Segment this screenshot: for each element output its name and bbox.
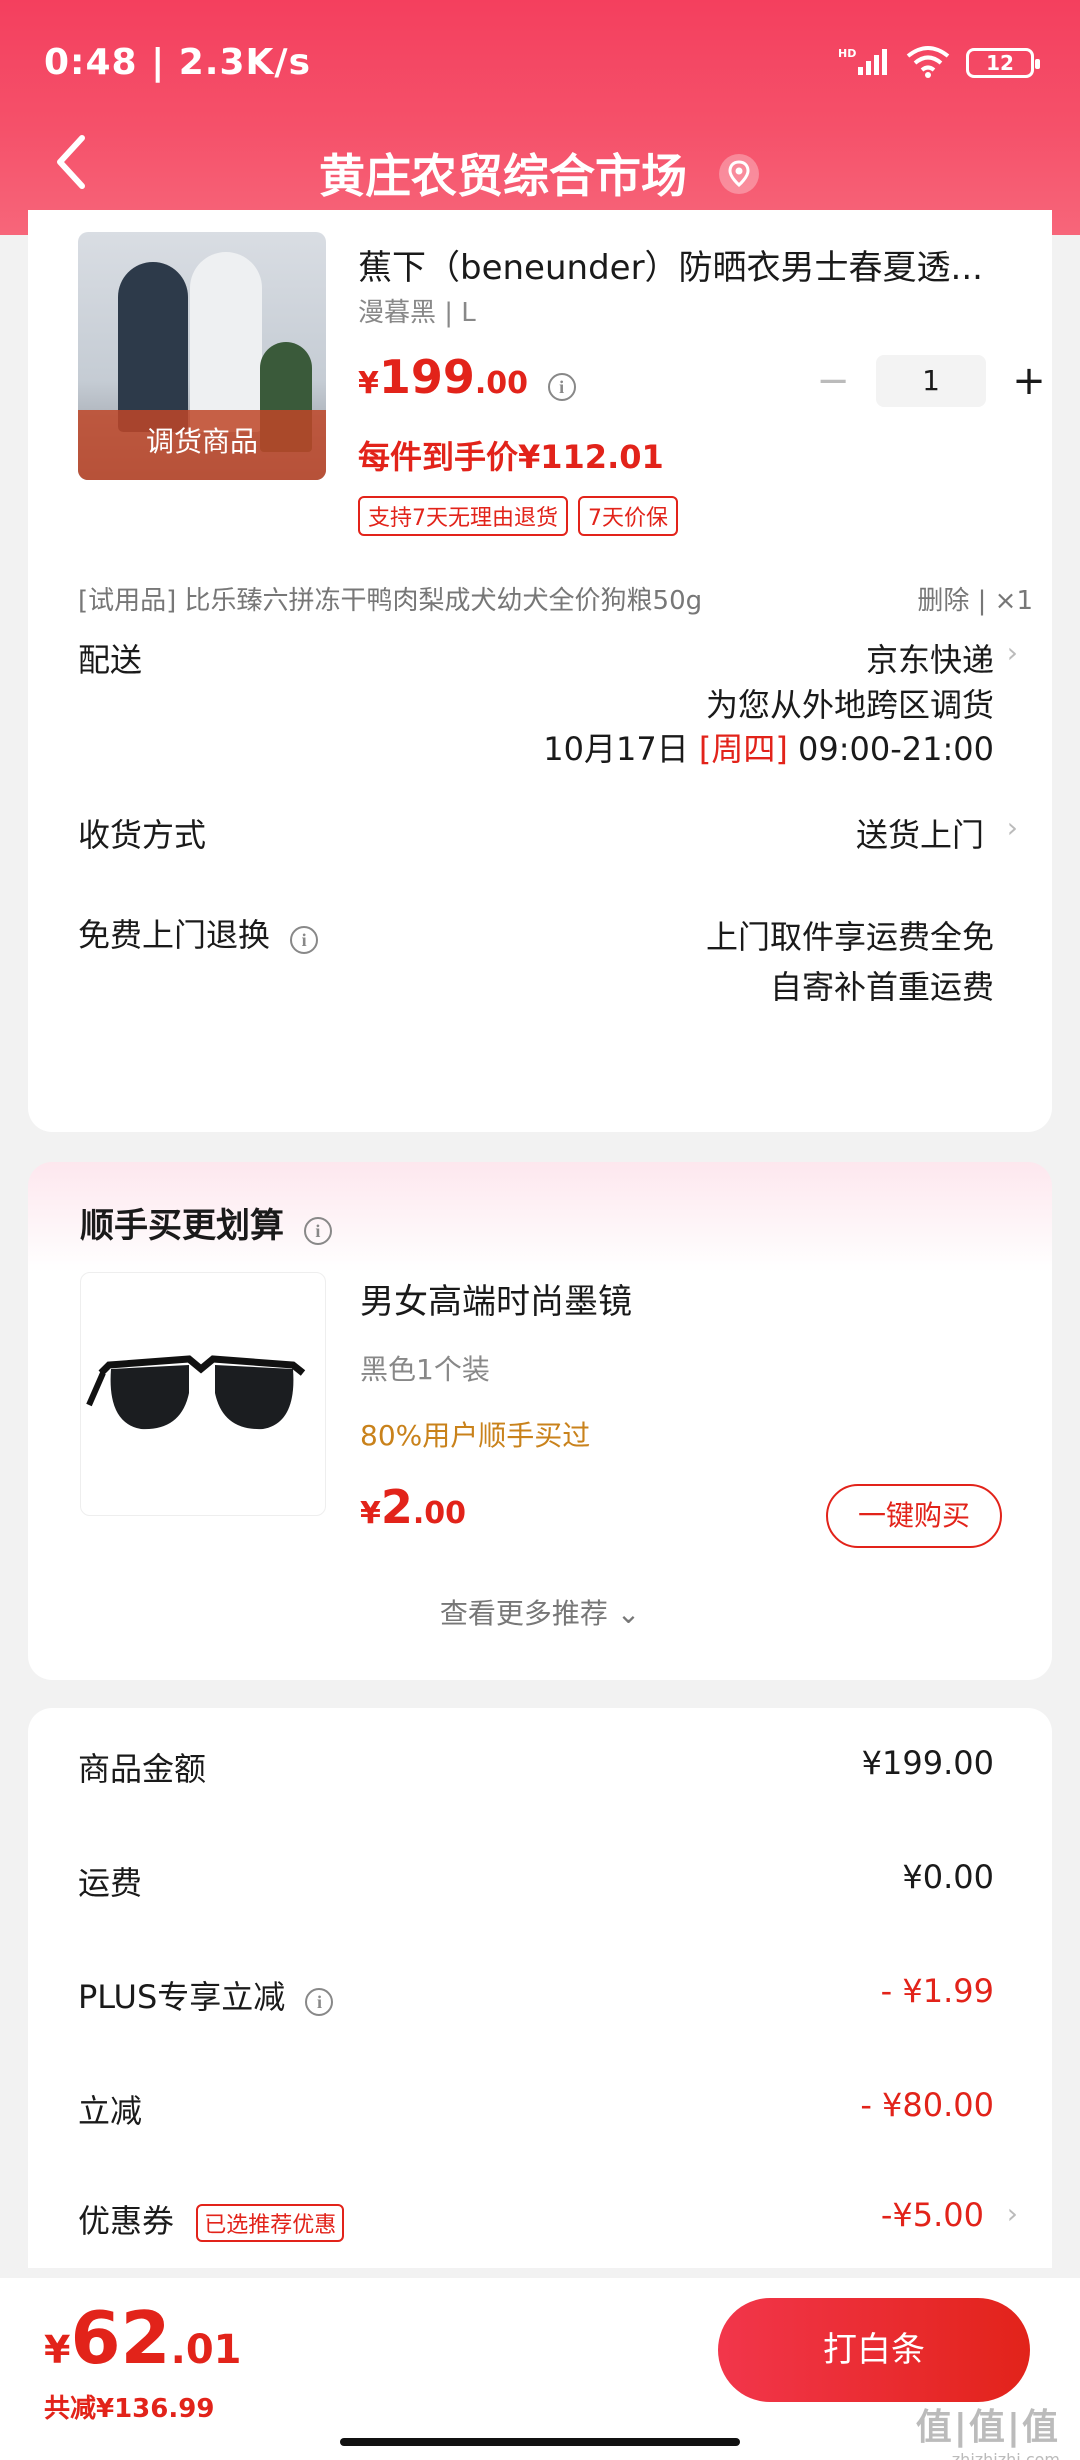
quantity-value[interactable]: 1 [876, 355, 986, 407]
order-product-card: 调货商品 蕉下（beneunder）防晒衣男士春夏透... 漫暮黑 | L ¥1… [28, 210, 1052, 1132]
watermark-url: zhizhizhi.com [951, 2450, 1060, 2460]
total-decimal: .01 [170, 2327, 242, 2373]
returns-line2: 自寄补首重运费 [769, 968, 994, 1006]
price-symbol: ¥ [44, 2328, 71, 2372]
service-badges: 支持7天无理由退货 7天价保 [358, 496, 678, 536]
chevron-right-icon[interactable]: › [1007, 636, 1018, 669]
info-icon[interactable]: i [290, 926, 319, 954]
summary-label-plus: PLUS专享立减 i [78, 1972, 334, 2018]
gift-text: [试用品] 比乐臻六拼冻干鸭肉梨成犬幼犬全价狗粮50g [78, 586, 703, 616]
app-header: 0:48 | 2.3K/s HD 12 黄庄农贸综合市场 [0, 0, 1080, 235]
recommend-product-name[interactable]: 男女高端时尚墨镜 [360, 1274, 632, 1323]
watermark: 值|值|值 zhizhizhi.com [916, 2398, 1060, 2460]
gift-item: [试用品] 比乐臻六拼冻干鸭肉梨成犬幼犬全价狗粮50g 删除 | ×1 [78, 580, 1033, 617]
delivery-date: 10月17日 [543, 730, 689, 768]
price-summary-card: 商品金额 ¥199.00 运费 ¥0.00 PLUS专享立减 i - ¥1.99… [28, 1708, 1052, 2268]
coupon-label-text: 优惠券 [78, 2202, 175, 2240]
delivery-weekday: [周四] [698, 730, 788, 768]
one-click-buy-button[interactable]: 一键购买 [826, 1484, 1002, 1548]
price-integer: 2 [380, 1480, 413, 1534]
wifi-icon [904, 44, 952, 82]
total-price: ¥62.01 [44, 2296, 242, 2380]
status-time: 0:48 | 2.3K/s [44, 42, 312, 83]
signal-icon: HD [838, 45, 890, 81]
delivery-time-range: 09:00-21:00 [798, 730, 994, 768]
sunglasses-image[interactable] [80, 1272, 326, 1516]
recommend-social-proof: 80%用户顺手买过 [360, 1419, 591, 1452]
price-protect-badge: 7天价保 [578, 496, 678, 536]
recommend-title: 顺手买更划算 i [80, 1198, 332, 1247]
recommend-title-text: 顺手买更划算 [80, 1206, 284, 1246]
decrease-quantity-button[interactable]: − [808, 356, 858, 406]
info-icon[interactable]: i [547, 373, 576, 401]
coupon-tag: 已选推荐优惠 [196, 2204, 345, 2242]
watermark-logo: 值|值|值 [915, 2407, 1060, 2448]
summary-label-goods: 商品金额 [78, 1750, 207, 1788]
product-name[interactable]: 蕉下（beneunder）防晒衣男士春夏透... [358, 240, 1038, 289]
page-title: 黄庄农贸综合市场 [0, 140, 1080, 207]
battery-icon: 12 [966, 48, 1040, 78]
delivery-time: 10月17日 [周四] 09:00-21:00 [543, 724, 994, 770]
return-badge: 支持7天无理由退货 [358, 496, 568, 536]
price-symbol: ¥ [360, 1496, 381, 1531]
returns-line1: 上门取件享运费全免 [705, 918, 994, 956]
receive-label: 收货方式 [78, 816, 207, 854]
recommend-card: 顺手买更划算 i 男女高端时尚墨镜 黑色1个装 80%用户顺手买过 ¥2.00 … [28, 1162, 1052, 1680]
price-decimal: .00 [474, 366, 529, 401]
status-icons: HD 12 [838, 44, 1040, 82]
recommend-price: ¥2.00 [360, 1480, 466, 1534]
receive-value[interactable]: 送货上门 [856, 810, 984, 856]
price-decimal: .00 [412, 1496, 467, 1531]
summary-value-shipping: ¥0.00 [902, 1858, 994, 1896]
summary-label-coupon: 优惠券 已选推荐优惠 [78, 2196, 345, 2242]
pay-button[interactable]: 打白条 [718, 2298, 1030, 2402]
price-symbol: ¥ [358, 366, 379, 401]
total-saved: 共减¥136.99 [44, 2394, 215, 2424]
gift-delete-action[interactable]: 删除 | ×1 [917, 580, 1033, 617]
view-more-recommendations[interactable]: 查看更多推荐 ⌄ [28, 1592, 1052, 1632]
unit-price: 每件到手价¥112.01 [358, 438, 664, 476]
checkout-bar: ¥62.01 共减¥136.99 打白条 值|值|值 zhizhizhi.com [0, 2278, 1080, 2460]
info-icon[interactable]: i [305, 1988, 334, 2016]
home-indicator[interactable] [340, 2438, 740, 2446]
delivery-carrier[interactable]: 京东快递 [866, 635, 994, 681]
info-icon[interactable]: i [303, 1217, 332, 1245]
summary-value-discount: - ¥80.00 [860, 2086, 994, 2124]
recommend-product-spec: 黑色1个装 [360, 1353, 490, 1386]
product-spec[interactable]: 漫暮黑 | L [358, 292, 476, 329]
location-pin-icon[interactable] [717, 152, 761, 207]
summary-value-coupon[interactable]: -¥5.00 [881, 2196, 984, 2234]
svg-text:HD: HD [838, 47, 856, 60]
price-integer: 199 [378, 350, 475, 404]
returns-label-text: 免费上门退换 [78, 916, 271, 954]
returns-label: 免费上门退换 i [78, 910, 319, 956]
chevron-right-icon[interactable]: › [1007, 2197, 1018, 2230]
delivery-label: 配送 [78, 641, 143, 679]
summary-label-shipping: 运费 [78, 1864, 143, 1902]
product-image[interactable]: 调货商品 [78, 232, 326, 480]
quantity-stepper: − 1 + [808, 355, 1054, 407]
delivery-note: 为您从外地跨区调货 [705, 686, 994, 724]
summary-label-discount: 立减 [78, 2092, 143, 2130]
increase-quantity-button[interactable]: + [1004, 356, 1054, 406]
plus-label-text: PLUS专享立减 [78, 1978, 286, 2016]
transfer-goods-tag: 调货商品 [145, 425, 258, 458]
summary-value-plus: - ¥1.99 [880, 1972, 994, 2010]
store-name: 黄庄农贸综合市场 [318, 149, 687, 203]
summary-value-goods: ¥199.00 [861, 1744, 994, 1782]
chevron-right-icon[interactable]: › [1007, 811, 1018, 844]
total-integer: 62 [70, 2296, 171, 2380]
product-price: ¥199.00 i [358, 350, 576, 404]
